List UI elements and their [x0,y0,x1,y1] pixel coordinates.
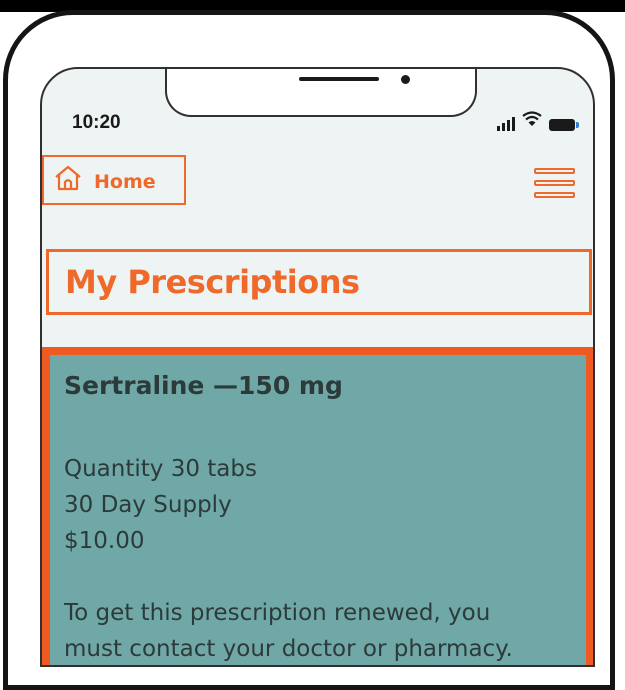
front-camera [401,75,410,84]
home-icon [54,165,82,195]
prescription-details: Quantity 30 tabs 30 Day Supply $10.00 [64,451,572,559]
phone-notch [165,69,477,117]
renewal-text-line-2: must contact your doctor or pharmacy. [64,636,513,662]
quantity-text: Quantity 30 tabs [64,456,257,482]
wifi-icon [522,111,542,131]
supply-text: 30 Day Supply [64,492,232,518]
phone-frame: 10:20 Home My Prescriptions Sertraline —… [3,10,615,690]
renewal-text: To get this prescription renewed, you [64,600,491,626]
speaker-grille [299,77,379,81]
hamburger-menu-icon[interactable] [534,168,575,198]
battery-icon [549,119,579,131]
price-text: $10.00 [64,528,145,554]
signal-icon [497,115,515,131]
drug-name: Sertraline —150 mg [64,371,343,400]
phone-screen: 10:20 Home My Prescriptions Sertraline —… [40,67,595,667]
home-button[interactable]: Home [42,155,186,205]
home-label: Home [94,170,156,193]
status-time: 10:20 [72,112,121,133]
page-title-box: My Prescriptions [46,249,592,315]
status-icons [497,111,579,131]
page-title: My Prescriptions [65,263,360,301]
prescription-card[interactable]: Sertraline —150 mg Quantity 30 tabs 30 D… [42,347,593,665]
